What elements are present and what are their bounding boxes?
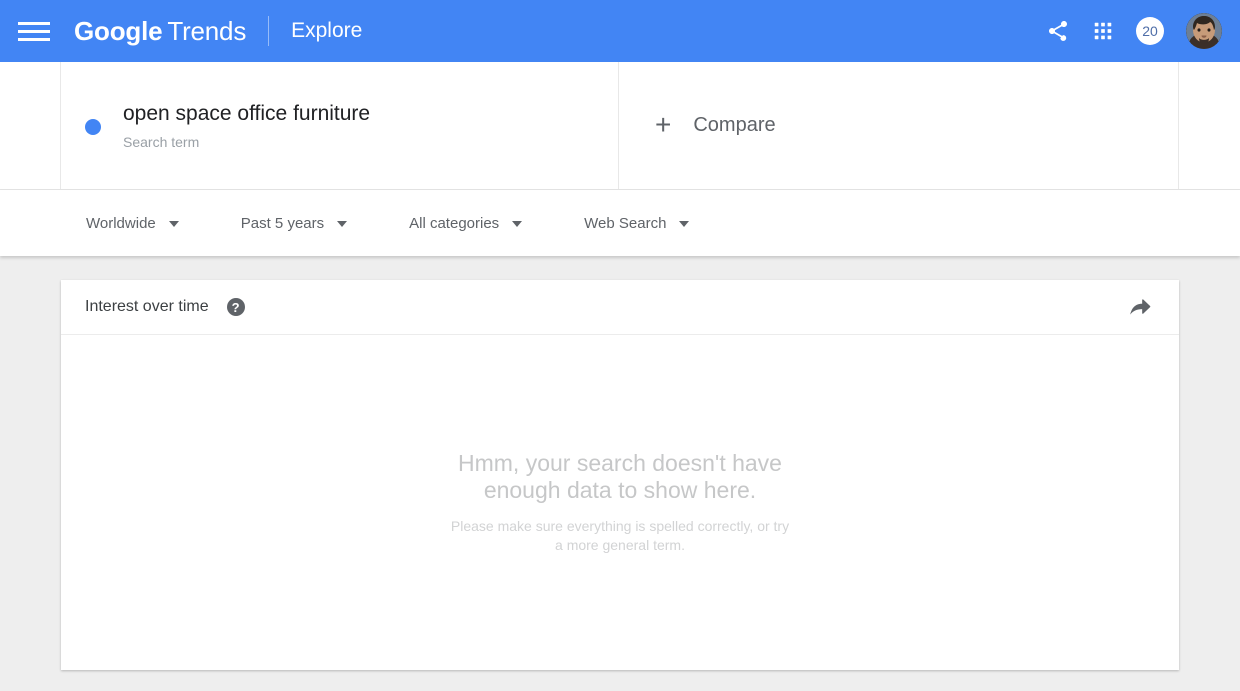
- search-type-filter[interactable]: Web Search: [584, 214, 690, 232]
- filter-group: Worldwide Past 5 years All categories We…: [0, 214, 690, 232]
- app-bar-actions: 20: [1046, 13, 1222, 49]
- filter-bar: Worldwide Past 5 years All categories We…: [0, 190, 1240, 256]
- notification-count-badge[interactable]: 20: [1136, 17, 1164, 45]
- brand-google-text: Google: [74, 15, 163, 46]
- right-rail: [1178, 62, 1240, 189]
- time-range-filter[interactable]: Past 5 years: [240, 214, 348, 232]
- chevron-down-icon: [337, 221, 348, 227]
- menu-bar-3: [18, 37, 50, 41]
- search-terms-row: open space office furniture Search term …: [0, 62, 1240, 190]
- compare-label: Compare: [693, 114, 776, 136]
- empty-state: Hmm, your search doesn't have enough dat…: [61, 335, 1179, 669]
- hamburger-menu-icon[interactable]: [18, 16, 50, 46]
- menu-bar-2: [18, 29, 50, 33]
- search-term-card[interactable]: open space office furniture Search term: [61, 62, 619, 189]
- share-arrow-icon[interactable]: [1127, 294, 1153, 320]
- menu-bar-1: [18, 21, 50, 25]
- left-rail: [0, 62, 61, 189]
- app-bar: Google Trends Explore 20: [0, 0, 1240, 62]
- location-filter[interactable]: Worldwide: [86, 215, 179, 232]
- brand-trends-text: Trends: [167, 15, 247, 46]
- plus-icon: +: [655, 108, 672, 140]
- page-title: Interest over time: [85, 298, 209, 315]
- user-avatar[interactable]: [1186, 13, 1222, 49]
- share-icon[interactable]: [1046, 19, 1070, 43]
- empty-state-subtitle: Please make sure everything is spelled c…: [450, 517, 790, 553]
- add-comparison-button[interactable]: + Compare: [619, 62, 1178, 189]
- category-filter-label: All categories: [409, 214, 500, 232]
- brand-logo[interactable]: Google Trends: [74, 16, 246, 47]
- search-term-text-group: open space office furniture Search term: [123, 101, 370, 151]
- empty-state-title: Hmm, your search doesn't have enough dat…: [458, 449, 782, 503]
- apps-grid-icon[interactable]: [1092, 20, 1114, 42]
- chevron-down-icon: [679, 221, 690, 227]
- search-term-type: Search term: [123, 133, 200, 150]
- card-header: Interest over time ?: [61, 280, 1179, 335]
- header-divider: [268, 16, 270, 46]
- explore-section-title[interactable]: Explore: [291, 19, 362, 43]
- search-type-filter-label: Web Search: [584, 214, 667, 232]
- chevron-down-icon: [512, 221, 523, 227]
- location-filter-label: Worldwide: [86, 214, 156, 232]
- chevron-down-icon: [168, 221, 179, 227]
- series-color-dot: [85, 118, 101, 135]
- category-filter[interactable]: All categories: [409, 214, 523, 232]
- interest-over-time-card: Interest over time ? Hmm, your search do…: [61, 280, 1179, 670]
- help-icon[interactable]: ?: [226, 298, 245, 316]
- time-range-filter-label: Past 5 years: [240, 214, 325, 232]
- search-term-title: open space office furniture: [123, 101, 371, 125]
